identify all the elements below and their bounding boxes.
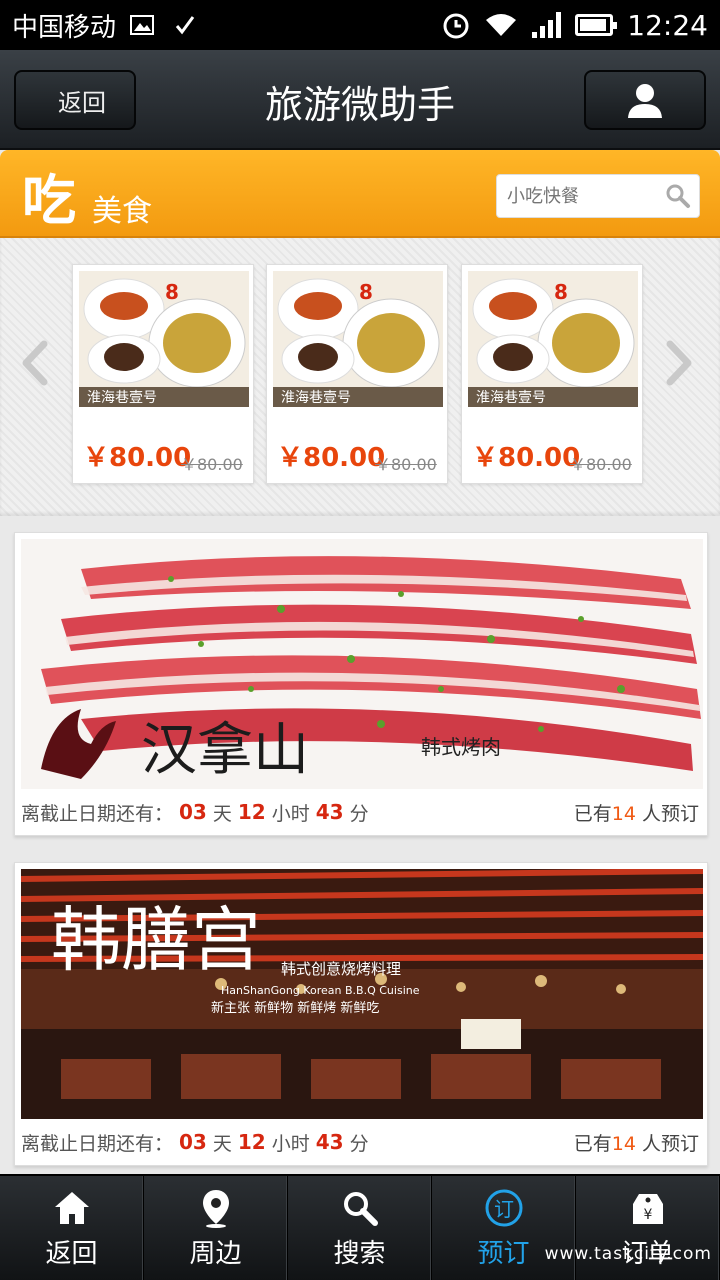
svg-text:汉拿山: 汉拿山: [141, 718, 309, 783]
home-icon: [54, 1191, 89, 1224]
svg-text:韩式烤肉: 韩式烤肉: [421, 735, 501, 759]
tab-label: 返回: [45, 1238, 98, 1269]
book-icon: 订: [485, 1189, 522, 1226]
svg-text:淮海巷壹号: 淮海巷壹号: [87, 390, 157, 406]
restaurant-photo: 韩膳宫 韩式创意烧烤料理 HanShanGong Korean B.B.Q Cu…: [21, 869, 703, 1119]
carousel-next-icon[interactable]: [658, 338, 698, 388]
alarm-icon: [443, 13, 469, 39]
nav-bar: 返回 旅游微助手: [0, 50, 720, 150]
svg-text:淮海巷壹号: 淮海巷壹号: [281, 390, 351, 406]
deadline-label: 离截止日期还有：: [21, 802, 174, 825]
category-label: 美食: [92, 194, 152, 229]
deal-price: ￥80.00: [277, 443, 386, 473]
location-pin-icon: [202, 1189, 229, 1228]
restaurant-meta: 离截止日期还有： 03 天 12 小时 43 分 已有14 人预订: [21, 1130, 699, 1155]
price-tag-icon: ¥: [632, 1193, 663, 1224]
deal-card[interactable]: 淮海巷壹号 8 ￥80.00 ￥80.00: [461, 264, 643, 484]
tab-search[interactable]: 搜索: [288, 1176, 432, 1280]
carrier-name: 中国移动: [12, 12, 117, 43]
search-icon[interactable]: [665, 183, 691, 209]
user-button[interactable]: [584, 70, 706, 130]
battery-icon: [575, 14, 618, 36]
restaurant-card[interactable]: 韩膳宫 韩式创意烧烤料理 HanShanGong Korean B.B.Q Cu…: [14, 862, 708, 1166]
countdown-days: 03: [179, 1130, 207, 1154]
countdown-days: 03: [179, 800, 207, 824]
search-box: [496, 174, 700, 218]
booking-count: 已有14 人预订: [573, 802, 699, 825]
countdown-hours: 12: [237, 800, 266, 824]
tab-orders[interactable]: ¥ 订单: [576, 1176, 720, 1280]
deal-card[interactable]: 淮海巷壹号 8 ￥80.00 ￥80.00: [72, 264, 254, 484]
clock: 12:24: [627, 8, 708, 42]
deal-old-price: ￥80.00: [375, 455, 437, 474]
category-icon-char: 吃: [22, 169, 76, 232]
restaurant-photo: 汉拿山 韩式烤肉: [21, 539, 703, 789]
svg-text:8: 8: [165, 280, 179, 304]
svg-text:8: 8: [554, 280, 568, 304]
deal-price: ￥80.00: [83, 443, 192, 473]
search-input[interactable]: [507, 185, 657, 207]
tab-label: 周边: [189, 1238, 242, 1269]
svg-text:订: 订: [494, 1197, 514, 1221]
deal-old-price: ￥80.00: [570, 455, 632, 474]
deal-image: 淮海巷壹号 8: [79, 271, 249, 407]
deadline-label: 离截止日期还有：: [21, 1132, 174, 1155]
wifi-icon: [486, 14, 517, 36]
search-icon: [343, 1191, 378, 1226]
tab-label: 搜索: [333, 1238, 386, 1269]
restaurant-card[interactable]: 汉拿山 韩式烤肉 离截止日期还有： 03 天 12 小时 43 分 已有14 人…: [14, 532, 708, 836]
deal-image: 淮海巷壹号 8: [273, 271, 443, 407]
svg-text:¥: ¥: [643, 1207, 652, 1223]
bottom-tab-bar: 返回 周边 搜索 订 预订 ¥ 订单 www.taskcity.com: [0, 1174, 720, 1280]
countdown-minutes: 43: [315, 1130, 344, 1154]
deal-old-price: ￥80.00: [181, 455, 243, 474]
countdown-hours: 12: [237, 1130, 266, 1154]
tab-label: 预订: [477, 1238, 530, 1269]
svg-text:8: 8: [359, 280, 373, 304]
user-icon: [628, 84, 662, 118]
deal-image: 淮海巷壹号 8: [468, 271, 638, 407]
status-bar: 中国移动 12:24: [0, 0, 720, 50]
booking-count: 已有14 人预订: [573, 1132, 699, 1155]
check-notification-icon: [175, 16, 195, 35]
tab-home[interactable]: 返回: [0, 1176, 144, 1280]
svg-text:淮海巷壹号: 淮海巷壹号: [476, 390, 546, 406]
signal-icon: [532, 12, 562, 38]
svg-text:韩式创意烧烤料理: 韩式创意烧烤料理: [281, 960, 401, 978]
tab-booking[interactable]: 订 预订: [432, 1176, 576, 1280]
watermark: www.taskcity.com: [544, 1244, 712, 1264]
deal-card[interactable]: 淮海巷壹号 8 ￥80.00 ￥80.00: [266, 264, 448, 484]
countdown-minutes: 43: [315, 800, 344, 824]
restaurant-meta: 离截止日期还有： 03 天 12 小时 43 分 已有14 人预订: [21, 800, 699, 825]
tab-nearby[interactable]: 周边: [144, 1176, 288, 1280]
deals-carousel: 淮海巷壹号 8 ￥80.00 ￥80.00 淮海巷壹号 8 ￥80.00 ￥80…: [0, 238, 720, 516]
svg-text:新主张 新鲜物 新鲜烤 新鲜吃: 新主张 新鲜物 新鲜烤 新鲜吃: [211, 1000, 379, 1016]
image-notification-icon: [130, 15, 155, 35]
svg-text:韩膳宫: 韩膳宫: [51, 899, 261, 981]
carousel-prev-icon[interactable]: [16, 338, 56, 388]
deal-price: ￥80.00: [472, 443, 581, 473]
category-header: 吃 美食: [0, 150, 720, 238]
svg-text:HanShanGong Korean B.B.Q Cuisi: HanShanGong Korean B.B.Q Cuisine: [221, 984, 420, 997]
